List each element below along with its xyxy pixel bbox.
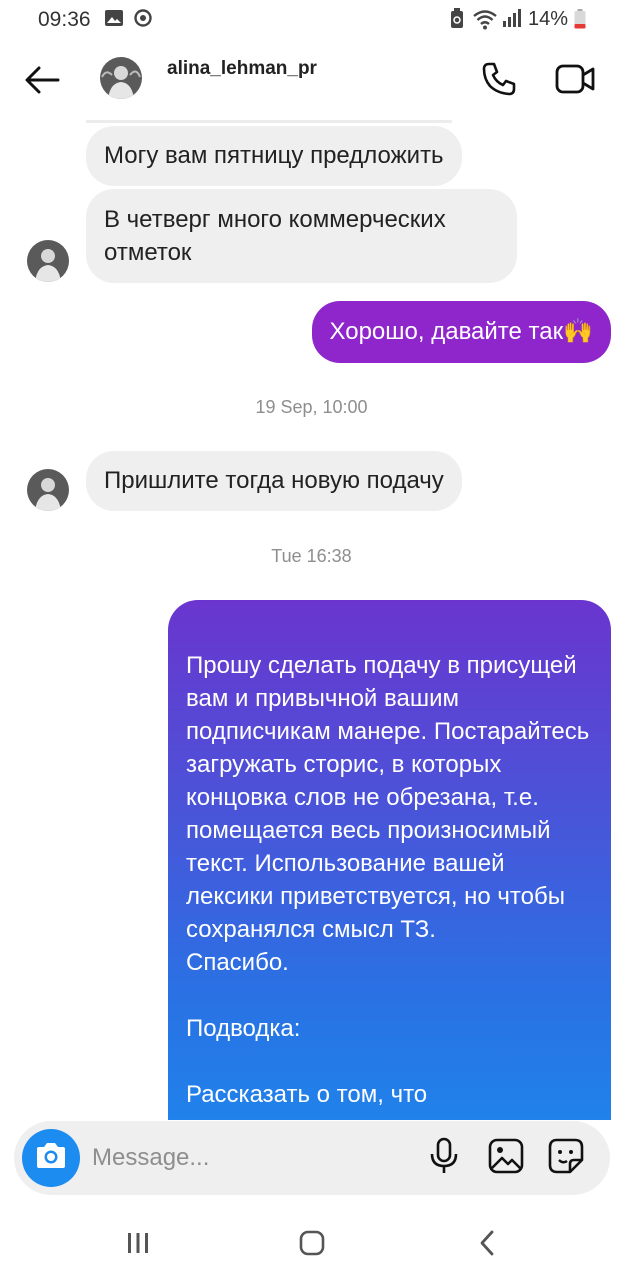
back-icon <box>477 1229 497 1262</box>
video-icon <box>555 63 595 100</box>
avatar[interactable] <box>27 469 69 511</box>
battery-percent: 14% <box>528 8 569 30</box>
microphone-icon <box>429 1137 459 1180</box>
message-text: В четверг много коммерческих отметок <box>104 206 446 266</box>
timestamp: Tue 16:38 <box>271 546 352 566</box>
sticker-button[interactable] <box>546 1137 586 1179</box>
system-nav-bar <box>0 1205 623 1280</box>
outgoing-message[interactable]: Хорошо, давайте так🙌 <box>311 301 611 363</box>
timestamp: 19 Sep, 10:00 <box>255 397 368 417</box>
nav-back-button[interactable] <box>462 1225 512 1265</box>
incoming-message[interactable]: Пришлите тогда новую подачу <box>86 451 462 511</box>
incoming-message[interactable]: Могу вам пятницу предложить <box>86 126 462 186</box>
message-input[interactable] <box>92 1141 412 1175</box>
back-arrow-icon <box>24 66 60 99</box>
wifi-icon <box>472 8 498 35</box>
recycle-icon <box>449 8 465 35</box>
status-time: 09:36 <box>38 8 91 31</box>
home-icon <box>298 1229 326 1262</box>
message-text: Хорошо, давайте так🙌 <box>329 318 594 345</box>
outgoing-message[interactable]: Прошу сделать подачу в присущей вам и пр… <box>168 600 611 1120</box>
message-text: Пришлите тогда новую подачу <box>104 467 444 494</box>
chat-header: alina_lehman_pr <box>0 40 623 120</box>
sync-icon <box>133 8 153 33</box>
divider <box>86 120 452 123</box>
microphone-button[interactable] <box>424 1137 464 1179</box>
phone-icon <box>481 61 517 102</box>
message-composer <box>14 1121 610 1195</box>
avatar[interactable] <box>27 240 69 282</box>
back-button[interactable] <box>20 62 64 102</box>
gallery-icon <box>104 8 124 33</box>
status-bar: 09:36 14% <box>0 0 623 40</box>
avatar[interactable] <box>100 57 142 99</box>
gallery-button[interactable] <box>486 1137 526 1179</box>
call-button[interactable] <box>478 60 520 102</box>
incoming-message[interactable]: В четверг много коммерческих отметок <box>86 189 517 283</box>
recent-apps-button[interactable] <box>113 1225 163 1265</box>
recent-apps-icon <box>125 1231 151 1260</box>
battery-icon <box>574 9 586 34</box>
video-call-button[interactable] <box>552 60 598 102</box>
home-button[interactable] <box>287 1225 337 1265</box>
camera-icon <box>34 1141 68 1176</box>
camera-button[interactable] <box>22 1129 80 1187</box>
username[interactable]: alina_lehman_pr <box>167 58 317 80</box>
signal-icon <box>502 8 524 33</box>
sticker-icon <box>548 1138 584 1179</box>
image-icon <box>488 1138 524 1179</box>
message-text: Могу вам пятницу предложить <box>104 142 444 169</box>
message-text: Прошу сделать подачу в присущей вам и пр… <box>186 652 590 1108</box>
message-list[interactable]: Могу вам пятницу предложить В четверг мн… <box>0 120 623 1120</box>
